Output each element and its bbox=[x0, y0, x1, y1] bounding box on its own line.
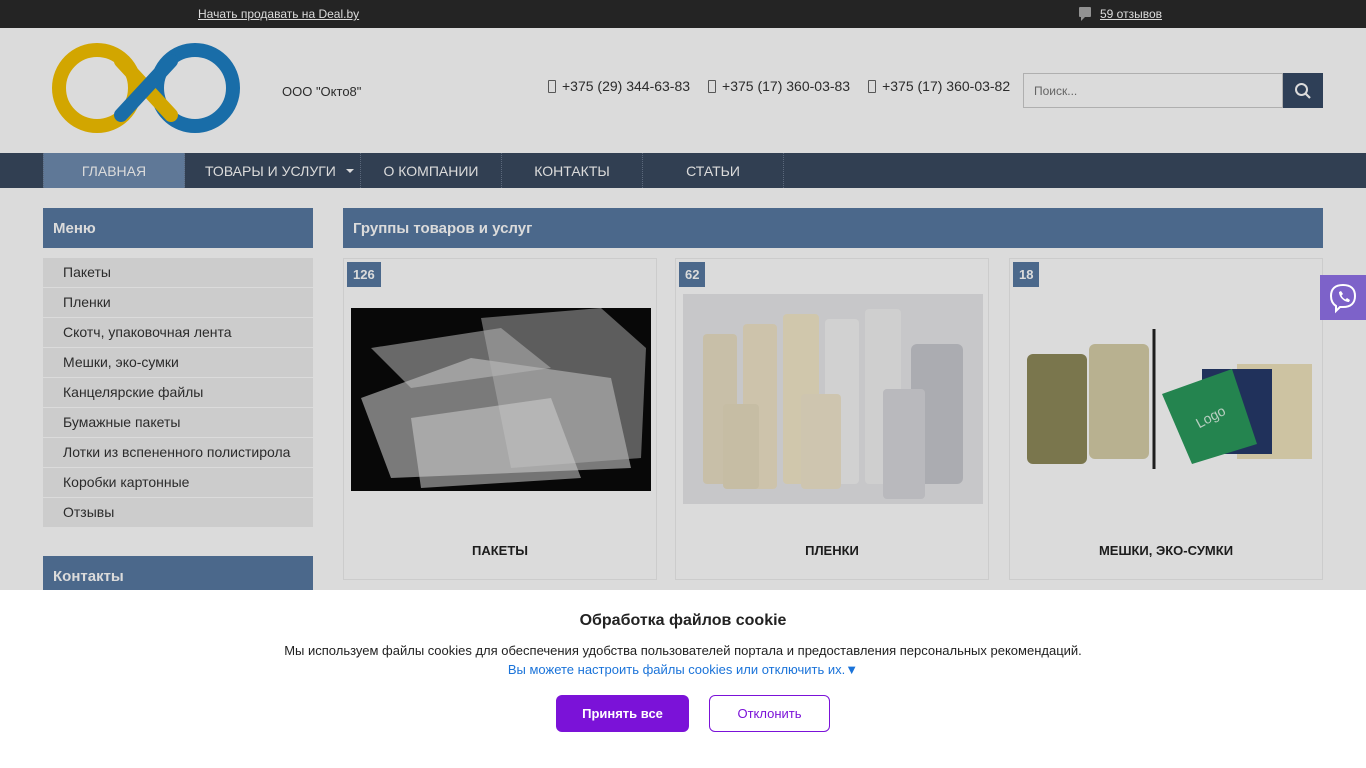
accept-all-button[interactable]: Принять все bbox=[556, 695, 689, 732]
cookie-text: Мы используем файлы cookies для обеспече… bbox=[284, 643, 1082, 658]
cookie-banner: Обработка файлов cookie Мы используем фа… bbox=[0, 590, 1366, 768]
viber-button[interactable] bbox=[1320, 275, 1366, 320]
modal-backdrop bbox=[0, 0, 1366, 590]
decline-button[interactable]: Отклонить bbox=[709, 695, 830, 732]
viber-icon bbox=[1329, 283, 1357, 313]
cookie-title: Обработка файлов cookie bbox=[579, 612, 787, 629]
cookie-settings-link[interactable]: Вы можете настроить файлы cookies или от… bbox=[0, 662, 1366, 677]
